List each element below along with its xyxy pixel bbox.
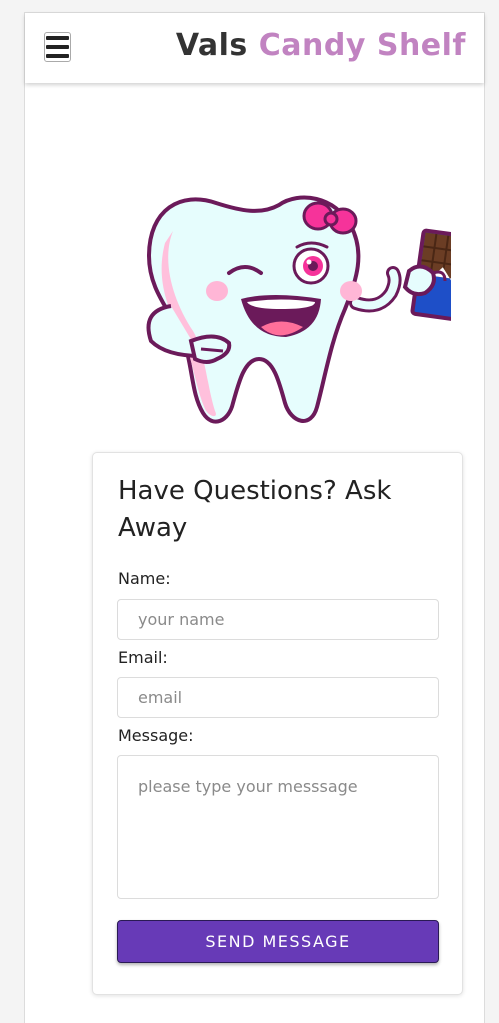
brand-name-second: Candy Shelf bbox=[258, 28, 466, 63]
brand-logo[interactable]: Vals Candy Shelf bbox=[176, 28, 466, 63]
brand-name-first: Vals bbox=[175, 28, 248, 63]
page-container: Vals Candy Shelf Have Questions? Ask Awa… bbox=[24, 12, 485, 1023]
message-label: Message: bbox=[118, 726, 194, 745]
message-textarea[interactable] bbox=[117, 755, 439, 899]
email-input[interactable] bbox=[117, 677, 439, 718]
send-message-button[interactable]: SEND MESSAGE bbox=[117, 920, 439, 963]
hamburger-menu-button[interactable] bbox=[44, 32, 71, 62]
tooth-mascot-image bbox=[146, 195, 451, 424]
email-label: Email: bbox=[118, 648, 168, 667]
contact-form-title: Have Questions? Ask Away bbox=[118, 476, 392, 543]
top-navbar: Vals Candy Shelf bbox=[25, 13, 484, 83]
name-label: Name: bbox=[118, 569, 171, 588]
name-input[interactable] bbox=[117, 599, 439, 640]
contact-form-card: Have Questions? Ask Away Name: Email: Me… bbox=[92, 452, 463, 995]
